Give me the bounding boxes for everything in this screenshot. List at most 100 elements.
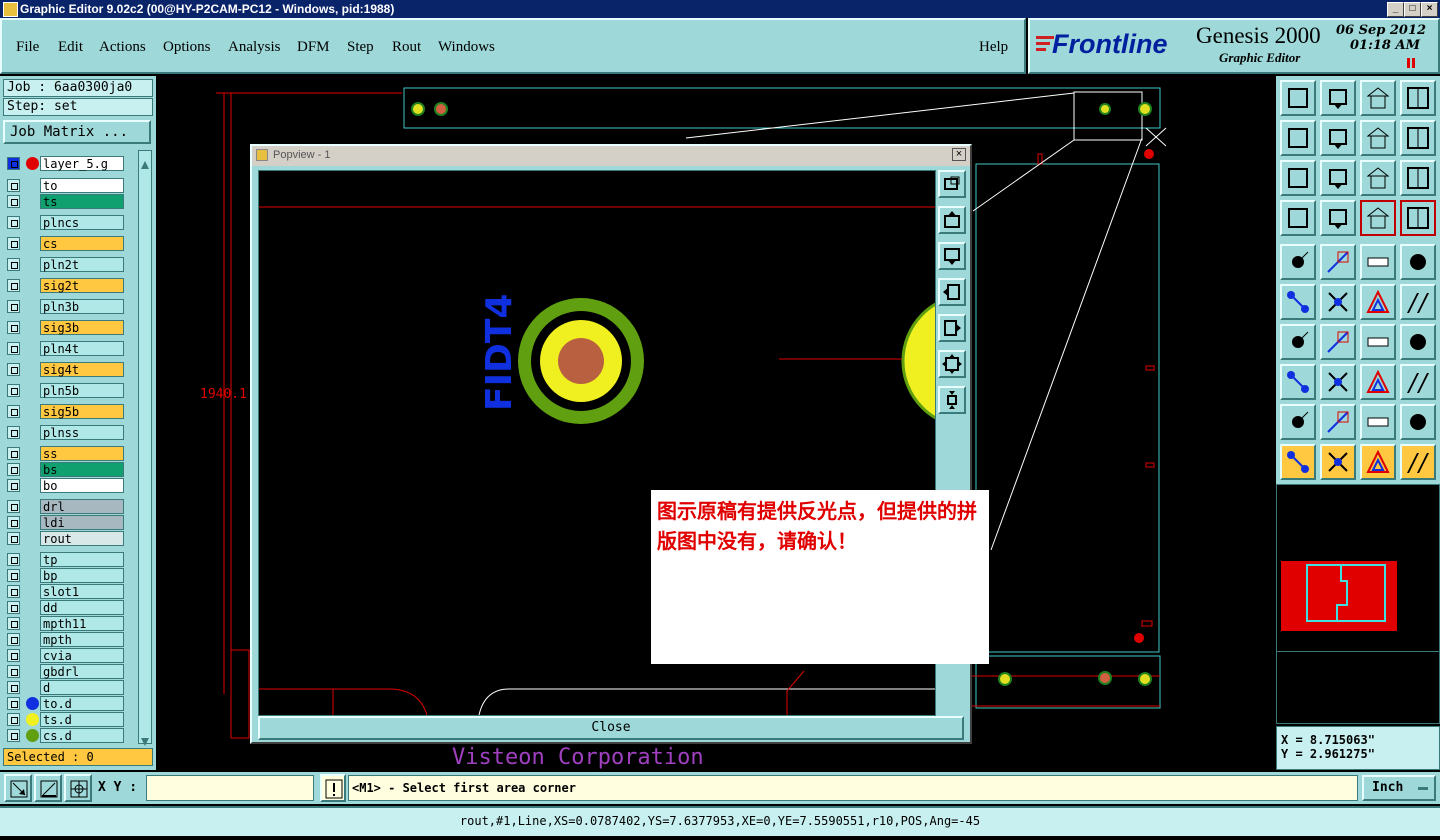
layer-row-slot1[interactable]: slot1 (6, 584, 124, 599)
layer-checkbox[interactable] (7, 729, 20, 742)
layer-row-ts-d[interactable]: ts.d (6, 712, 124, 727)
layer-checkbox[interactable] (7, 601, 20, 614)
layer-checkbox[interactable] (7, 500, 20, 513)
layer-checkbox[interactable] (7, 479, 20, 492)
layer-checkbox[interactable] (7, 553, 20, 566)
layer-checkbox[interactable] (7, 713, 20, 726)
layer-name[interactable]: pln5b (40, 383, 124, 398)
layer-checkbox[interactable] (7, 321, 20, 334)
copy-icon[interactable] (1400, 284, 1436, 320)
layer-checkbox[interactable] (7, 463, 20, 476)
layer-name[interactable]: cvia (40, 648, 124, 663)
layer-name[interactable]: sig3b (40, 320, 124, 335)
open-step-icon[interactable] (1280, 80, 1316, 116)
menu-analysis[interactable]: Analysis (228, 39, 281, 56)
layer-name[interactable]: ss (40, 446, 124, 461)
units-select[interactable]: Inch (1362, 775, 1436, 801)
layer-name[interactable]: bs (40, 462, 124, 477)
layer-checkbox[interactable] (7, 665, 20, 678)
layer-checkbox[interactable] (7, 447, 20, 460)
layer-row-mpth11[interactable]: mpth11 (6, 616, 124, 631)
layer-name[interactable]: slot1 (40, 584, 124, 599)
popview-pan-up-icon[interactable] (938, 206, 966, 234)
layer-row-cs[interactable]: cs (6, 236, 124, 251)
overview-map[interactable] (1281, 561, 1397, 631)
layer-scrollbar[interactable] (138, 150, 152, 744)
grid-snap-icon[interactable] (64, 774, 92, 802)
layer-row-plnss[interactable]: plnss (6, 425, 124, 440)
layer-name[interactable]: pln4t (40, 341, 124, 356)
layer-checkbox[interactable] (7, 697, 20, 710)
triangle-a-icon[interactable] (1320, 404, 1356, 440)
move-icon[interactable] (1360, 284, 1396, 320)
menu-file[interactable]: File (16, 39, 39, 56)
cross-icon[interactable] (1320, 284, 1356, 320)
angle-icon[interactable] (1280, 324, 1316, 360)
alert-icon[interactable] (320, 774, 346, 802)
grid-icon[interactable] (1320, 200, 1356, 236)
layer-row-ldi[interactable]: ldi (6, 515, 124, 530)
layer-name[interactable]: ldi (40, 515, 124, 530)
layer-name[interactable]: d (40, 680, 124, 695)
layer-row-mpth[interactable]: mpth (6, 632, 124, 647)
layer-checkbox[interactable] (7, 216, 20, 229)
layer-row-sig3b[interactable]: sig3b (6, 320, 124, 335)
measure-pad-icon[interactable] (1360, 364, 1396, 400)
layer-checkbox[interactable] (7, 237, 20, 250)
layer-checkbox[interactable] (7, 649, 20, 662)
break-line-icon[interactable] (1320, 364, 1356, 400)
layer-name[interactable]: cs.d (40, 728, 124, 743)
layer-row-ts[interactable]: ts (6, 194, 124, 209)
layer-checkbox[interactable] (7, 532, 20, 545)
menu-step[interactable]: Step (347, 39, 374, 56)
menu-help[interactable]: Help (979, 39, 1008, 56)
layer-name[interactable]: mpth11 (40, 616, 124, 631)
layer-checkbox[interactable] (7, 342, 20, 355)
popview-zoom-in-icon[interactable] (938, 350, 966, 378)
layer-checkbox[interactable] (7, 569, 20, 582)
popview-zoom-fit-icon[interactable] (938, 170, 966, 198)
layer-row-pln2t[interactable]: pln2t (6, 257, 124, 272)
layer-row-sig4t[interactable]: sig4t (6, 362, 124, 377)
layer-row-plncs[interactable]: plncs (6, 215, 124, 230)
layer-connect-red-icon[interactable] (1400, 200, 1436, 236)
layer-checkbox[interactable] (7, 681, 20, 694)
layer-row-pln4t[interactable]: pln4t (6, 341, 124, 356)
layer-checkbox[interactable] (7, 195, 20, 208)
select-outline-icon[interactable] (1360, 444, 1396, 480)
minimize-button[interactable]: _ (1387, 2, 1404, 17)
popview-pan-left-icon[interactable] (938, 278, 966, 306)
layer-name[interactable]: sig2t (40, 278, 124, 293)
layer-checkbox[interactable] (7, 179, 20, 192)
layer-row-sig2t[interactable]: sig2t (6, 278, 124, 293)
scale-1-2-icon[interactable] (1360, 160, 1396, 196)
menu-windows[interactable]: Windows (438, 39, 495, 56)
layer-name[interactable]: dd (40, 600, 124, 615)
route-icon[interactable] (1400, 120, 1436, 156)
layer-row-layer-5-g[interactable]: layer_5.g (6, 156, 124, 171)
help-icon[interactable] (1400, 160, 1436, 196)
pad-split-icon[interactable] (1280, 364, 1316, 400)
layer-row-d[interactable]: d (6, 680, 124, 695)
triangle-c-icon[interactable] (1400, 404, 1436, 440)
home-icon[interactable] (1360, 80, 1396, 116)
layer-checkbox[interactable] (7, 516, 20, 529)
layer-name[interactable]: bp (40, 568, 124, 583)
layer-name[interactable]: pln2t (40, 257, 124, 272)
popview-zoom-out-icon[interactable] (938, 386, 966, 414)
layer-name[interactable]: to (40, 178, 124, 193)
pad-icon[interactable] (1400, 244, 1436, 280)
layer-checkbox[interactable] (7, 300, 20, 313)
layer-checkbox[interactable] (7, 585, 20, 598)
menu-dfm[interactable]: DFM (297, 39, 330, 56)
layer-row-bp[interactable]: bp (6, 568, 124, 583)
scroll-up-icon[interactable] (141, 154, 149, 169)
swap-icon[interactable] (1360, 120, 1396, 156)
layer-name[interactable]: ts (40, 194, 124, 209)
layer-checkbox[interactable] (7, 384, 20, 397)
layer-checkbox[interactable] (7, 426, 20, 439)
popview-close-button[interactable]: Close (258, 716, 964, 740)
xy-input[interactable] (146, 775, 314, 801)
layer-connect-icon[interactable] (1360, 200, 1396, 236)
popview-close-icon[interactable]: × (952, 148, 966, 161)
